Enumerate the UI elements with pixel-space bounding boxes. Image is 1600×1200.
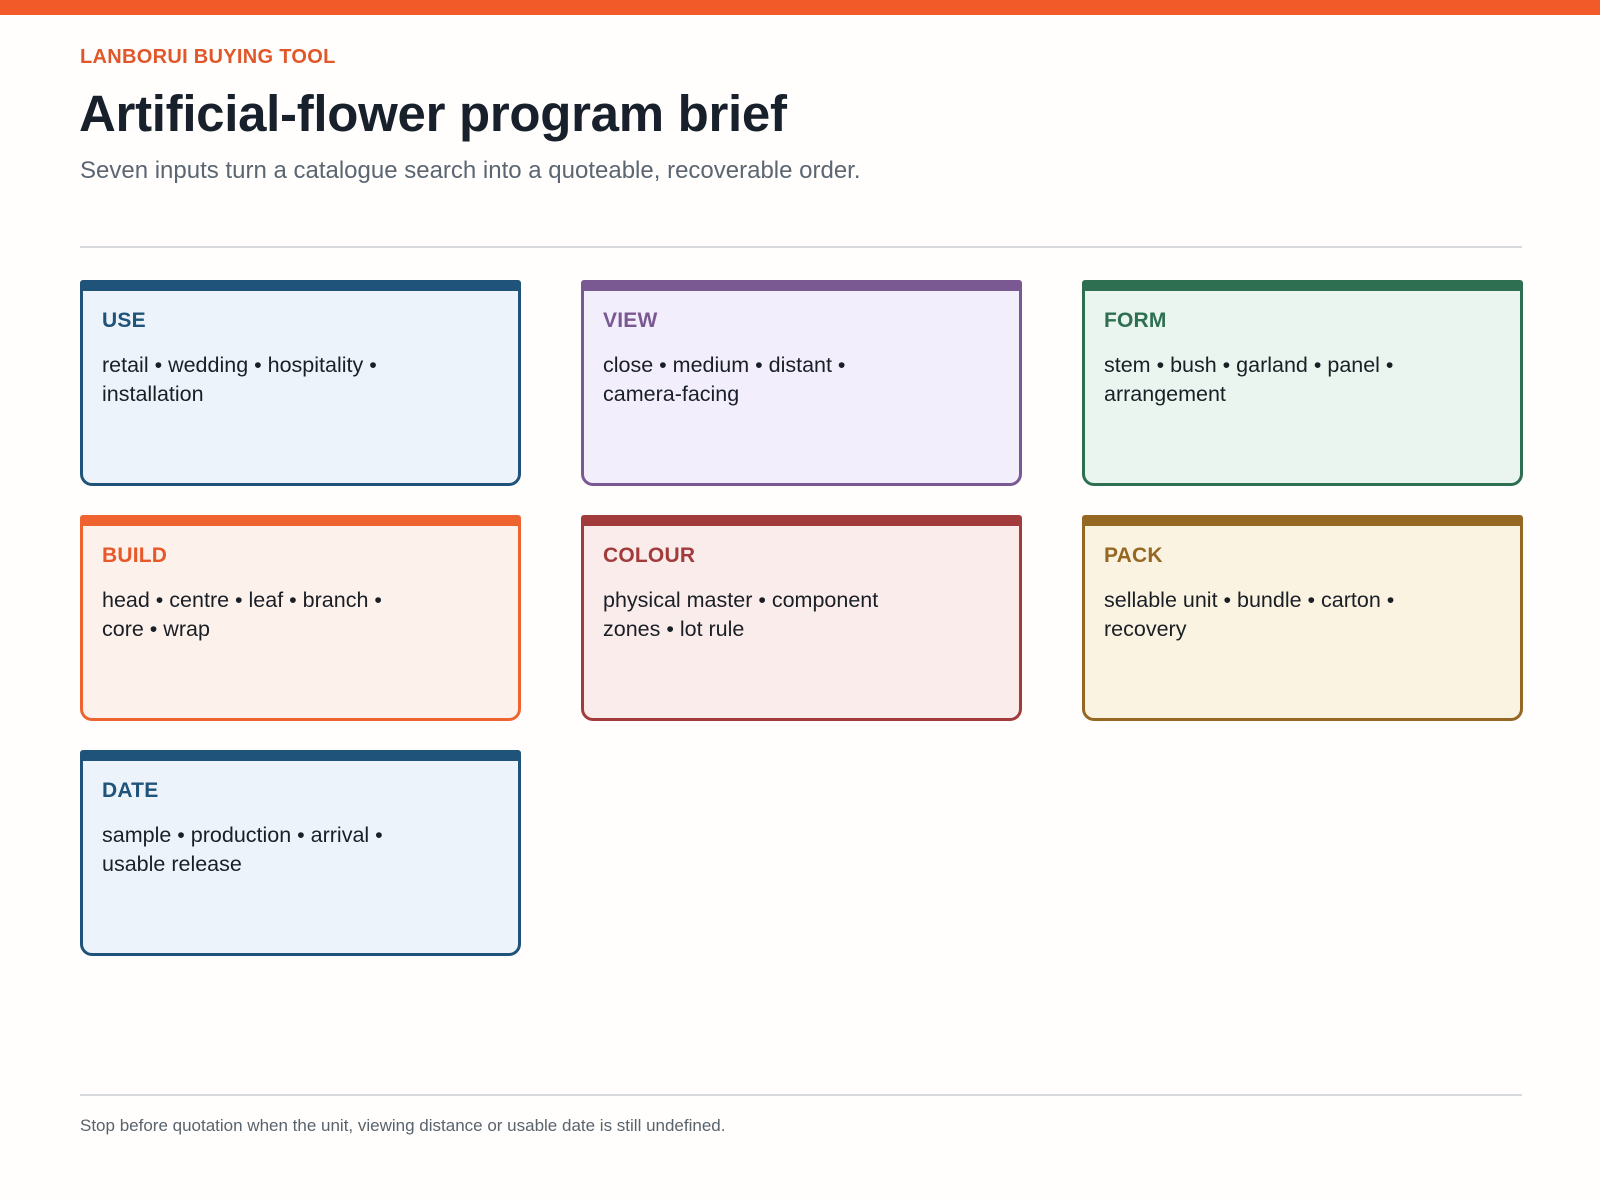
card-form: FORM stem • bush • garland • panel • arr… bbox=[1082, 280, 1523, 486]
input-cards-grid: USE retail • wedding • hospitality • ins… bbox=[80, 280, 1523, 956]
card-title: DATE bbox=[102, 779, 159, 802]
card-body: sample • production • arrival • usable r… bbox=[102, 823, 383, 876]
page-title: Artificial-flower program brief bbox=[79, 85, 787, 142]
card-pack: PACK sellable unit • bundle • carton • r… bbox=[1082, 515, 1523, 721]
top-accent-bar bbox=[0, 0, 1600, 15]
footer-note: Stop before quotation when the unit, vie… bbox=[80, 1116, 726, 1135]
card-view: VIEW close • medium • distant • camera-f… bbox=[581, 280, 1022, 486]
card-title: PACK bbox=[1104, 544, 1163, 567]
card-date: DATE sample • production • arrival • usa… bbox=[80, 750, 521, 956]
page-subtitle: Seven inputs turn a catalogue search int… bbox=[80, 157, 861, 184]
card-title: COLOUR bbox=[603, 544, 696, 567]
card-title: USE bbox=[102, 309, 146, 332]
eyebrow-label: LANBORUI BUYING TOOL bbox=[80, 46, 336, 68]
card-colour: COLOUR physical master • component zones… bbox=[581, 515, 1022, 721]
card-body: head • centre • leaf • branch • core • w… bbox=[102, 588, 382, 641]
card-body: stem • bush • garland • panel • arrangem… bbox=[1104, 353, 1394, 406]
card-body: physical master • component zones • lot … bbox=[603, 588, 879, 641]
card-title: FORM bbox=[1104, 309, 1167, 332]
top-divider bbox=[80, 246, 1522, 248]
card-build: BUILD head • centre • leaf • branch • co… bbox=[80, 515, 521, 721]
card-body: sellable unit • bundle • carton • recove… bbox=[1104, 588, 1395, 641]
card-body: close • medium • distant • camera-facing bbox=[603, 353, 846, 406]
card-title: BUILD bbox=[102, 544, 168, 567]
bottom-divider bbox=[80, 1094, 1522, 1096]
card-use: USE retail • wedding • hospitality • ins… bbox=[80, 280, 521, 486]
card-body: retail • wedding • hospitality • install… bbox=[102, 353, 377, 406]
card-title: VIEW bbox=[603, 309, 658, 332]
